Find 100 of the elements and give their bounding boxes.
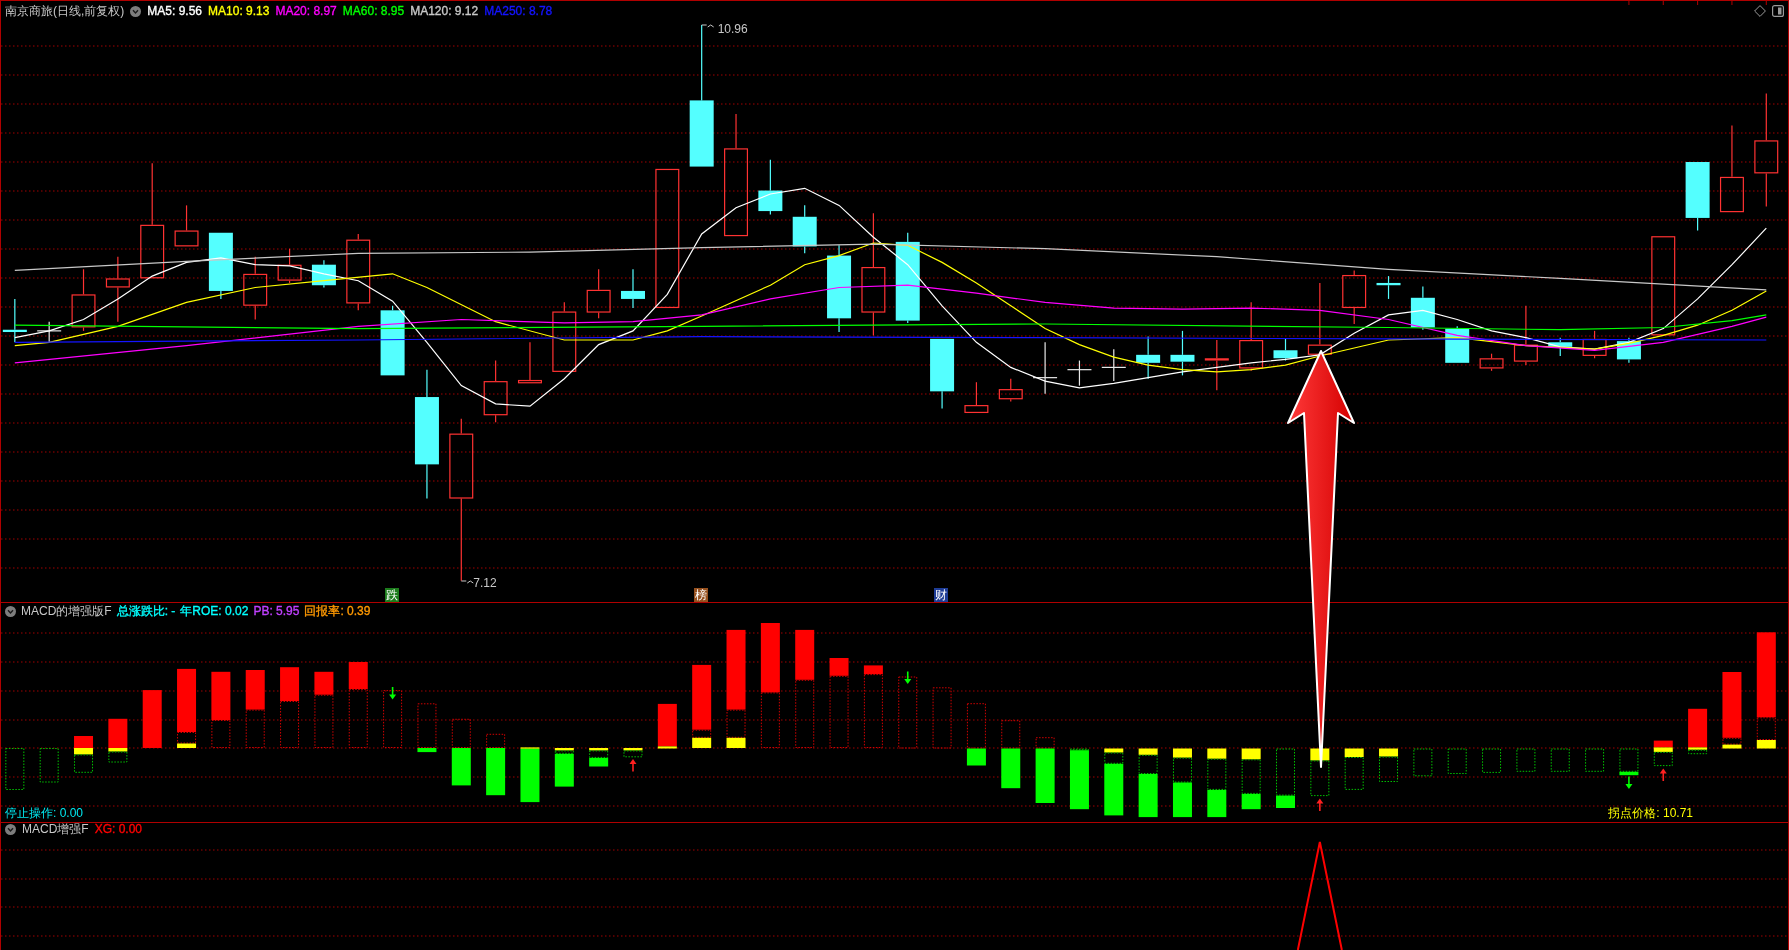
leader-line [701, 24, 715, 28]
candlestick [2, 298, 27, 343]
chevron-circle-icon[interactable] [5, 823, 16, 835]
candlestick [1548, 337, 1573, 357]
chart-title: MACD增强F [22, 823, 89, 835]
indicator-value: MA120: 9.12 [410, 4, 479, 18]
candlestick [1410, 285, 1435, 331]
event-tag: 榜 [693, 588, 708, 602]
macd-bar [1550, 748, 1570, 772]
macd-bar [1516, 748, 1536, 772]
candlestick [930, 338, 955, 410]
candlestick [380, 305, 405, 376]
candlestick [243, 256, 268, 321]
macd-bar [1001, 720, 1021, 789]
panel-toggle-icon[interactable] [1772, 5, 1784, 17]
arrow-up-icon [1659, 768, 1667, 782]
candlestick [174, 204, 199, 247]
macd-bar [39, 748, 59, 783]
macd-bar [1653, 740, 1673, 767]
macd-bar [1069, 748, 1089, 810]
macd-bar [108, 718, 128, 763]
event-tag: 跌 [384, 588, 399, 602]
macd-bar [1241, 748, 1261, 810]
candlestick [311, 259, 336, 289]
indicator-value: MA5: 9.56 [147, 4, 203, 18]
indicator-value: MA20: 8.97 [275, 4, 337, 18]
diamond-icon[interactable] [1754, 5, 1766, 17]
macd-bar [1413, 748, 1433, 777]
candlestick [36, 321, 62, 343]
macd-bar [451, 718, 471, 786]
macd-bar [1172, 748, 1192, 818]
candlestick [1376, 275, 1401, 300]
candlestick [517, 341, 542, 384]
indicator-value: 年ROE: 0.02 [180, 604, 249, 618]
macd-bar [486, 733, 506, 796]
candlestick [1342, 269, 1367, 325]
macd-bar [383, 690, 403, 748]
macd-bar [1447, 748, 1467, 774]
indicator-value: 总涨跌比: - [116, 604, 176, 618]
candlestick [552, 301, 577, 372]
macd-bar [1207, 748, 1227, 818]
arrow-up-icon [1316, 798, 1324, 812]
event-tag: 财 [934, 588, 949, 602]
candlestick [1066, 359, 1093, 387]
macd-bar [1276, 748, 1295, 808]
arrow-down-icon [904, 670, 912, 684]
price-label: 10.96 [717, 22, 748, 36]
candlestick [277, 248, 302, 284]
candlestick [758, 159, 783, 216]
arrow-down-icon [389, 686, 397, 700]
candlestick [1101, 348, 1127, 382]
indicator-value: MA250: 8.78 [484, 4, 553, 18]
candlestick [71, 268, 96, 332]
turn-price-readout: 拐点价格: 10.71 [1608, 806, 1693, 820]
indicator-value: PB: 5.95 [253, 604, 300, 618]
indicator-value: MA60: 8.95 [342, 4, 405, 18]
macd-bar [623, 748, 643, 758]
indicator-value: MA10: 9.13 [208, 4, 270, 18]
macd-bar [589, 748, 609, 767]
candlestick [483, 359, 508, 423]
indicator-value: 回报率: 0.39 [304, 604, 371, 618]
price-label: 7.12 [473, 576, 497, 590]
macd-bar [1379, 748, 1399, 782]
candlestick [1479, 353, 1504, 372]
candlestick [1582, 330, 1607, 359]
leader-line [460, 580, 474, 584]
macd-bar [520, 747, 540, 803]
stop-readout: 停止操作: 0.00 [5, 806, 84, 820]
macd-bar [932, 687, 952, 749]
chevron-circle-icon[interactable] [5, 605, 16, 617]
candlestick [208, 232, 233, 300]
candlestick [586, 268, 611, 319]
candlestick [1616, 337, 1641, 364]
macd-bar [74, 736, 93, 773]
macd-bar [1688, 708, 1708, 755]
macd-bar [1344, 748, 1364, 790]
macd-bar [966, 703, 986, 766]
chevron-circle-icon[interactable] [130, 5, 142, 17]
candlestick [105, 256, 130, 323]
macd-bar [1585, 748, 1605, 772]
candlestick [1204, 339, 1229, 391]
macd-bar [142, 690, 162, 748]
macd-bar [554, 748, 574, 787]
macd-bar [1619, 748, 1639, 776]
indicator-value: XG: 0.00 [94, 823, 143, 835]
candlestick [1170, 330, 1195, 376]
candlestick [1273, 338, 1298, 362]
macd-bar [1138, 748, 1158, 818]
candlestick [792, 204, 817, 254]
candlestick [621, 268, 645, 309]
macd-bar [1035, 737, 1055, 803]
macd-bar [1482, 748, 1502, 773]
candlestick [1032, 341, 1058, 395]
candlestick [1685, 162, 1710, 232]
macd-bar [1104, 748, 1124, 816]
arrow-up-icon [629, 759, 637, 773]
macd-bar [5, 748, 25, 790]
macd-bar [657, 703, 677, 749]
candlestick [964, 381, 989, 414]
candlestick [1513, 305, 1538, 366]
